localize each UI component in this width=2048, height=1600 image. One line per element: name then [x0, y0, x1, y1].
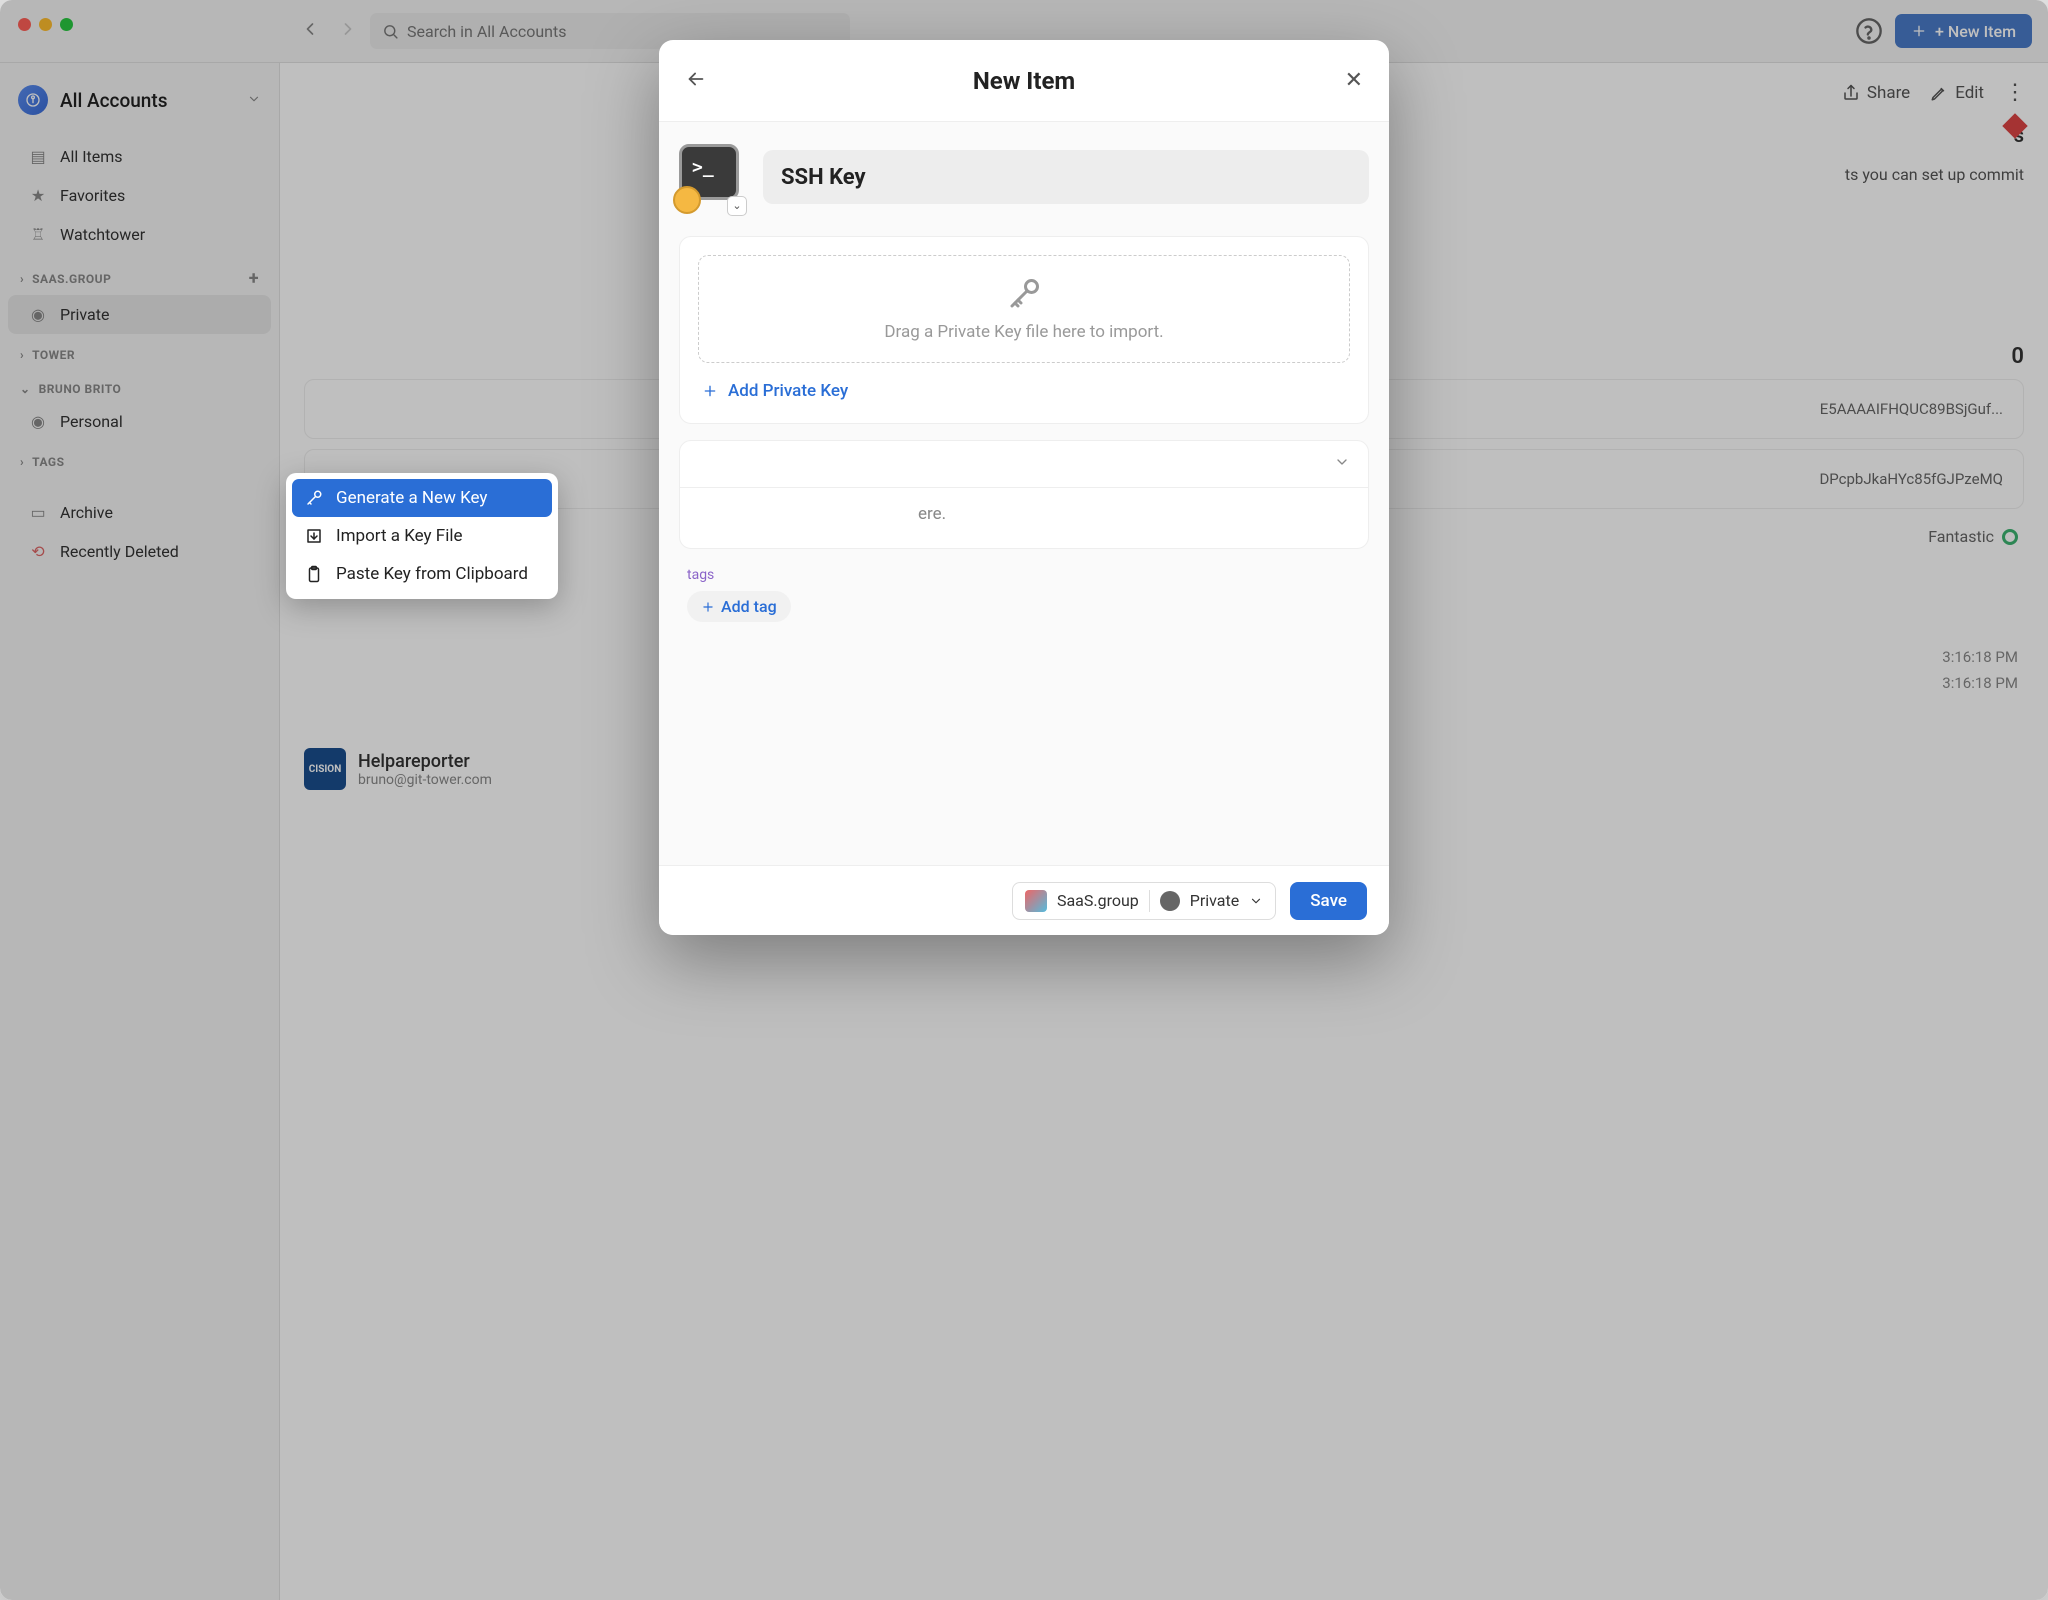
key-icon — [304, 489, 324, 507]
new-item-modal: New Item ✕ ⌄ SSH Key Drag a Private Key … — [659, 40, 1389, 935]
plus-icon — [702, 383, 718, 399]
item-type-icon[interactable]: ⌄ — [679, 144, 745, 210]
modal-title: New Item — [973, 67, 1075, 95]
notes-input[interactable]: ere. — [680, 487, 1368, 548]
tags-label: tags — [687, 567, 1361, 583]
menu-item-generate-key[interactable]: Generate a New Key — [292, 479, 552, 517]
account-avatar-icon — [1025, 890, 1047, 912]
key-dropzone[interactable]: Drag a Private Key file here to import. — [698, 255, 1350, 363]
icon-dropdown[interactable]: ⌄ — [727, 196, 747, 216]
section-header[interactable] — [680, 441, 1368, 487]
key-icon — [1006, 276, 1042, 312]
clipboard-icon — [304, 565, 324, 583]
chevron-down-icon — [1334, 454, 1350, 474]
save-button[interactable]: Save — [1290, 882, 1367, 920]
vault-icon — [1160, 891, 1180, 911]
private-key-card: Drag a Private Key file here to import. … — [679, 236, 1369, 424]
menu-item-paste-clipboard[interactable]: Paste Key from Clipboard — [292, 555, 552, 593]
key-badge-icon — [673, 186, 701, 214]
add-key-menu: Generate a New Key Import a Key File Pas… — [286, 473, 558, 599]
chevron-down-icon — [1249, 894, 1263, 908]
plus-icon — [701, 600, 715, 614]
add-private-key-button[interactable]: Add Private Key — [698, 363, 1350, 405]
menu-item-import-key-file[interactable]: Import a Key File — [292, 517, 552, 555]
notes-section: ere. — [679, 440, 1369, 549]
import-icon — [304, 527, 324, 545]
modal-close-button[interactable]: ✕ — [1345, 68, 1363, 93]
add-tag-button[interactable]: Add tag — [687, 591, 791, 622]
modal-back-button[interactable] — [685, 68, 707, 94]
item-title-input[interactable]: SSH Key — [763, 150, 1369, 204]
vault-selector[interactable]: SaaS.group Private — [1012, 882, 1276, 920]
